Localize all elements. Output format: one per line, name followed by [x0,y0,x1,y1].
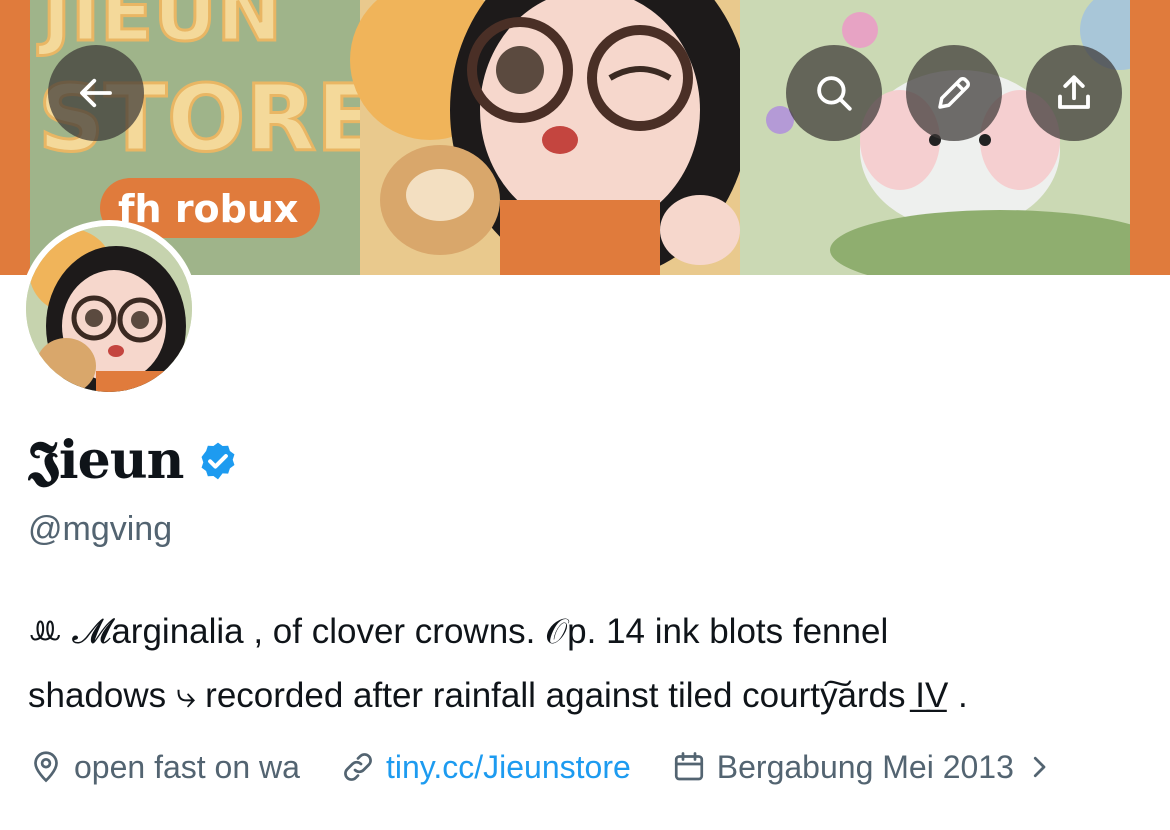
arrow-left-icon [80,78,112,108]
bio: ꔛ 𝓜arginalia , of clover crowns. 𝒪p. 14 … [28,600,1148,728]
location-pin-icon [34,751,58,783]
verified-badge-icon[interactable] [197,440,239,482]
profile-banner[interactable]: JIEUN STORE fh robux [0,0,1170,275]
edit-button[interactable] [906,45,1002,141]
share-upload-icon [1058,75,1090,109]
bio-line-1: ꔛ 𝓜arginalia , of clover crowns. 𝒪p. 14 … [28,612,889,651]
website-link[interactable]: tiny.cc/Jieunstore [386,749,631,786]
user-handle: @mgving [28,510,173,548]
banner-illustration: JIEUN STORE fh robux [0,0,1170,275]
share-button[interactable] [1026,45,1122,141]
calendar-icon [674,752,703,781]
display-name-row: 𝕵ieun [28,425,239,497]
location: open fast on wa [28,749,300,786]
avatar-image [26,226,192,392]
search-icon [817,76,852,111]
avatar[interactable] [20,220,198,398]
svg-text:fh robux: fh robux [118,187,298,231]
location-text: open fast on wa [74,748,300,785]
website[interactable]: tiny.cc/Jieunstore [340,749,631,786]
join-date-text: Bergabung Mei 2013 [716,748,1014,785]
bio-line-2: shadows ⤷ recorded after rainfall agains… [28,676,968,715]
join-date[interactable]: Bergabung Mei 2013 [671,749,1054,786]
link-icon [344,753,372,781]
display-name: 𝕵ieun [28,430,184,491]
search-button[interactable] [786,45,882,141]
pencil-icon [938,77,970,109]
back-button[interactable] [48,45,144,141]
chevron-right-icon[interactable] [1024,752,1054,782]
profile-meta: open fast on wa tiny.cc/Jieunstore Berga… [28,740,1094,794]
